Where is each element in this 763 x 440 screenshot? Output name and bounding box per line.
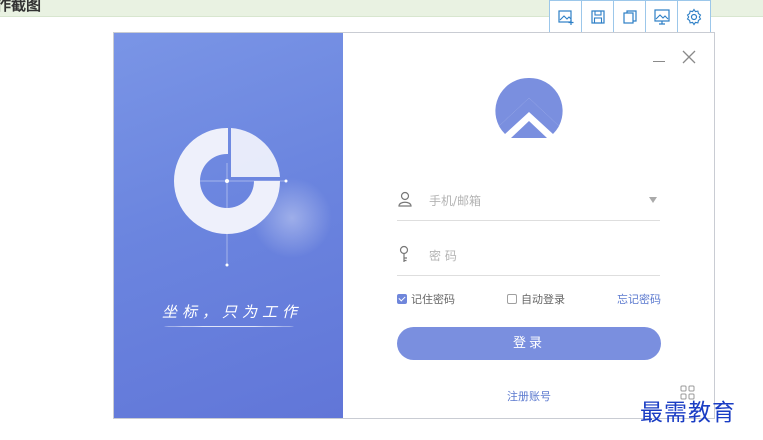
auto-login-checkbox[interactable]: 自动登录 — [507, 291, 565, 307]
checkbox-checked-icon — [397, 294, 407, 304]
login-form-panel: 手机/邮箱 密 码 记住密码 自动登录 忘记密码 登录 注册账号 — [343, 33, 714, 418]
brand-graphic — [174, 128, 332, 267]
remember-label: 记住密码 — [411, 293, 455, 306]
checkbox-icon — [507, 294, 517, 304]
slogan-underline — [164, 326, 294, 327]
watermark-logo: 最需教育 — [640, 400, 736, 426]
screenshot-toolbar — [549, 0, 711, 33]
password-field[interactable]: 密 码 — [397, 239, 660, 276]
brand-panel: 坐标，只为工作 — [114, 33, 343, 418]
close-button[interactable] — [679, 47, 699, 67]
login-dialog: 坐标，只为工作 手机/邮箱 密 码 记住密码 自动登录 忘记密码 登录 注册账号 — [113, 32, 715, 419]
forgot-password-link[interactable]: 忘记密码 — [617, 291, 661, 307]
gear-icon — [686, 8, 702, 25]
user-icon — [398, 191, 412, 207]
save-icon — [590, 9, 605, 24]
desktop-image-button[interactable] — [646, 1, 678, 32]
image-add-icon — [557, 9, 573, 25]
login-button[interactable]: 登录 — [397, 327, 661, 360]
minimize-button[interactable] — [649, 47, 669, 67]
slogan-text: 坐标，只为工作 — [162, 303, 303, 321]
login-options: 记住密码 自动登录 忘记密码 — [397, 291, 661, 307]
account-field[interactable]: 手机/邮箱 — [397, 184, 660, 221]
save-button[interactable] — [582, 1, 614, 32]
minimize-icon — [653, 61, 665, 62]
chevron-down-icon[interactable] — [649, 197, 657, 203]
close-icon — [682, 50, 696, 64]
window-title: 作截图 — [0, 0, 42, 14]
settings-button[interactable] — [678, 1, 710, 32]
register-link[interactable]: 注册账号 — [507, 388, 551, 404]
desktop-image-icon — [653, 8, 670, 25]
remember-password-checkbox[interactable]: 记住密码 — [397, 291, 455, 307]
autologin-label: 自动登录 — [521, 293, 565, 306]
account-input[interactable]: 手机/邮箱 — [429, 192, 481, 209]
key-icon — [399, 245, 409, 262]
copy-button[interactable] — [614, 1, 646, 32]
password-input[interactable]: 密 码 — [429, 247, 457, 264]
image-add-button[interactable] — [550, 1, 582, 32]
copy-icon — [622, 9, 637, 24]
app-logo — [495, 77, 563, 138]
